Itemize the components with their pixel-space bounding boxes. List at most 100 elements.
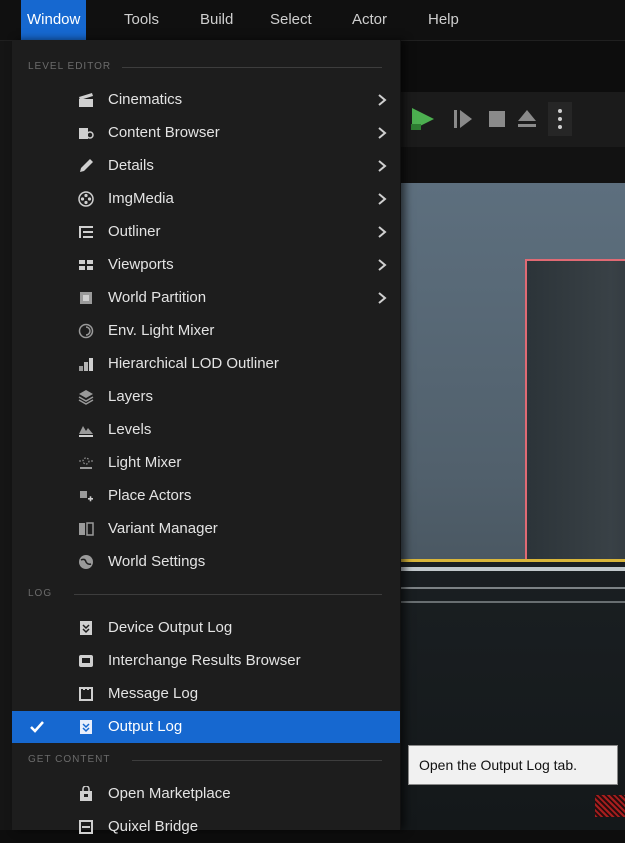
menu-item-viewports[interactable]: Viewports [12, 249, 400, 281]
menu-item-variant-manager[interactable]: Variant Manager [12, 513, 400, 545]
menu-actor[interactable]: Actor [346, 0, 393, 40]
viewport-tab-strip [400, 147, 625, 183]
menu-item-content-browser[interactable]: Content Browser [12, 117, 400, 149]
play-icon[interactable] [408, 106, 438, 137]
light-mixer-icon [78, 455, 94, 471]
menu-build[interactable]: Build [194, 0, 239, 40]
floor-stripe [400, 567, 625, 571]
world-settings-icon [78, 554, 94, 570]
menu-item-hierarchical-lod-outliner[interactable]: Hierarchical LOD Outliner [12, 348, 400, 380]
menu-item-label: Content Browser [108, 124, 220, 141]
selected-actor[interactable] [525, 259, 625, 563]
menu-item-message-log[interactable]: Message Log [12, 678, 400, 710]
quixel-bridge-icon [78, 819, 94, 835]
menu-help[interactable]: Help [422, 0, 465, 40]
section-divider [132, 760, 382, 761]
eject-icon[interactable] [516, 106, 538, 137]
menu-item-label: Quixel Bridge [108, 818, 199, 835]
menu-item-details[interactable]: Details [12, 150, 400, 182]
device-output-log-icon [78, 620, 94, 636]
section-level-editor: LEVEL EDITOR [12, 56, 400, 78]
section-divider [74, 594, 382, 595]
menu-item-cinematics[interactable]: Cinematics [12, 84, 400, 116]
menu-select[interactable]: Select [264, 0, 318, 40]
menu-item-label: Viewports [108, 256, 174, 273]
menu-item-open-marketplace[interactable]: Open Marketplace [12, 778, 400, 810]
window-menu-dropdown: LEVEL EDITOR Cinematics Content Browser … [12, 40, 401, 835]
menu-item-label: ImgMedia [108, 190, 174, 207]
menu-item-label: Cinematics [108, 91, 183, 108]
env-light-mixer-icon [78, 323, 94, 339]
menu-item-label: Layers [108, 388, 154, 405]
section-title: LOG [28, 588, 63, 599]
menu-item-levels[interactable]: Levels [12, 414, 400, 446]
menu-item-place-actors[interactable]: Place Actors [12, 480, 400, 512]
content-browser-icon [78, 125, 94, 141]
floor-stripe [400, 601, 625, 603]
section-title: GET CONTENT [28, 754, 121, 765]
menubar: Window Tools Build Select Actor Help [0, 0, 625, 41]
menu-item-output-log[interactable]: Output Log [12, 711, 400, 743]
section-title: LEVEL EDITOR [28, 61, 122, 72]
menu-item-light-mixer[interactable]: Light Mixer [12, 447, 400, 479]
outliner-icon [78, 224, 94, 240]
floor-stripe [400, 587, 625, 589]
step-forward-icon[interactable] [452, 106, 474, 137]
menu-item-outliner[interactable]: Outliner [12, 216, 400, 248]
variant-manager-icon [78, 521, 94, 537]
menu-item-label: Levels [108, 421, 152, 438]
decal [595, 795, 625, 817]
menu-item-interchange-results-browser[interactable]: Interchange Results Browser [12, 645, 400, 677]
marketplace-icon [78, 785, 94, 802]
world-partition-icon [78, 290, 94, 306]
menu-item-label: Message Log [108, 685, 199, 702]
tooltip: Open the Output Log tab. [408, 745, 618, 785]
menu-item-label: Env. Light Mixer [108, 322, 215, 339]
levels-icon [78, 422, 94, 438]
more-options-icon[interactable] [548, 102, 572, 136]
menu-item-label: Light Mixer [108, 454, 182, 471]
editor-left-edge [0, 41, 12, 830]
viewports-icon [78, 257, 94, 273]
place-actors-icon [78, 488, 94, 504]
chevron-right-icon [376, 92, 388, 108]
message-log-icon [78, 686, 94, 702]
menu-item-label: Place Actors [108, 487, 192, 504]
chevron-right-icon [376, 224, 388, 240]
chevron-right-icon [376, 191, 388, 207]
menu-item-label: Interchange Results Browser [108, 652, 301, 669]
chevron-right-icon [376, 257, 388, 273]
stop-icon[interactable] [486, 106, 508, 137]
menu-item-label: Device Output Log [108, 619, 233, 636]
menu-item-label: Hierarchical LOD Outliner [108, 355, 279, 372]
menu-item-label: World Settings [108, 553, 206, 570]
cinematics-icon [78, 92, 94, 108]
menu-window[interactable]: Window [21, 0, 87, 40]
imgmedia-icon [78, 191, 94, 207]
layers-icon [78, 389, 94, 405]
menu-item-imgmedia[interactable]: ImgMedia [12, 183, 400, 215]
menu-item-label: Outliner [108, 223, 161, 240]
level-viewport[interactable] [400, 183, 625, 830]
menu-item-device-output-log[interactable]: Device Output Log [12, 612, 400, 644]
section-get-content: GET CONTENT [12, 749, 400, 771]
checkmark-icon [28, 718, 46, 736]
interchange-results-icon [78, 653, 94, 669]
menu-item-label: Variant Manager [108, 520, 218, 537]
menu-item-world-settings[interactable]: World Settings [12, 546, 400, 578]
chevron-right-icon [376, 158, 388, 174]
output-log-icon [78, 719, 94, 735]
hlod-outliner-icon [78, 356, 94, 372]
menu-item-label: World Partition [108, 289, 207, 306]
menu-item-quixel-bridge[interactable]: Quixel Bridge [12, 811, 400, 843]
chevron-right-icon [376, 125, 388, 141]
chevron-right-icon [376, 290, 388, 306]
level-toolbar [400, 92, 625, 147]
menu-tools[interactable]: Tools [118, 0, 165, 40]
details-icon [78, 158, 94, 174]
menu-item-env-light-mixer[interactable]: Env. Light Mixer [12, 315, 400, 347]
menu-item-layers[interactable]: Layers [12, 381, 400, 413]
menu-item-world-partition[interactable]: World Partition [12, 282, 400, 314]
section-log: LOG [12, 583, 400, 605]
menu-item-label: Open Marketplace [108, 785, 231, 802]
